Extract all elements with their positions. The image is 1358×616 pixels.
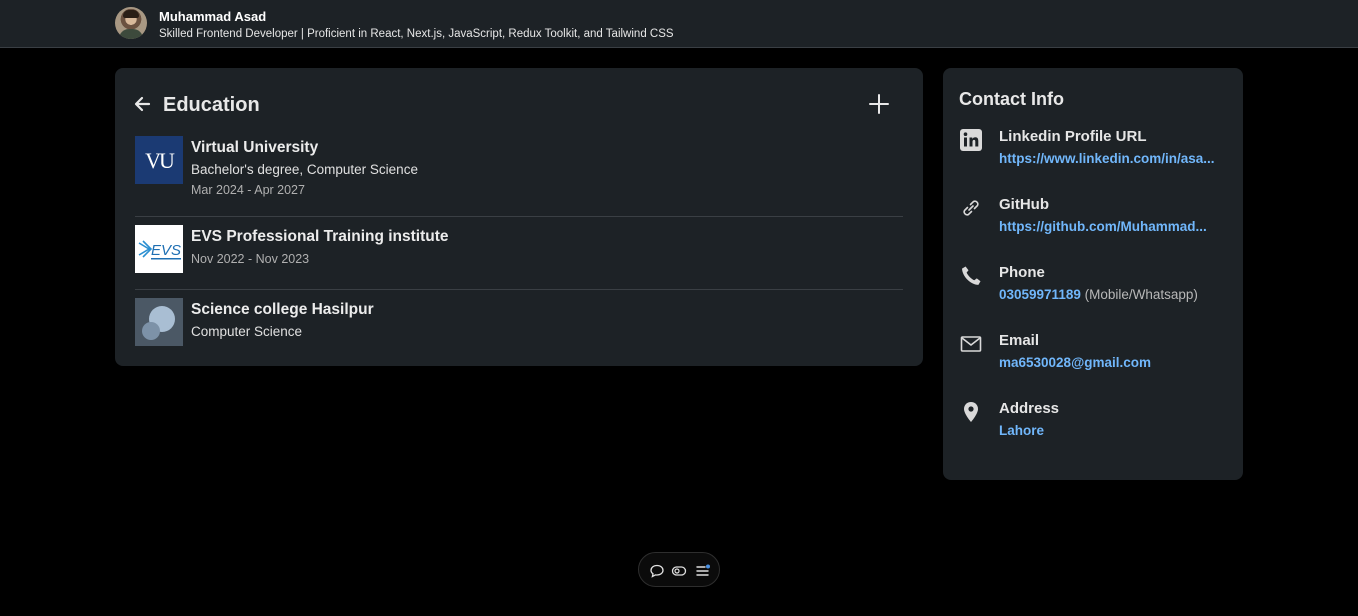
contact-phone: Phone 03059971189 (Mobile/Whatsapp) [959, 264, 1229, 314]
profile-headline: Skilled Frontend Developer | Proficient … [159, 28, 674, 40]
mail-icon [959, 332, 983, 356]
evs-logo-text: EVS [151, 242, 181, 259]
dates: Nov 2022 - Nov 2023 [191, 252, 310, 266]
contact-label: Phone [999, 264, 1045, 281]
contact-label: Email [999, 332, 1040, 349]
contact-value: 03059971189 (Mobile/Whatsapp) [999, 287, 1198, 302]
contact-email: Email ma6530028@gmail.com [959, 332, 1229, 382]
add-education-button[interactable] [867, 92, 891, 116]
location-pin-icon [959, 400, 983, 424]
linkedin-icon [959, 128, 983, 152]
school-placeholder-logo [135, 298, 183, 346]
degree: Computer Science [191, 324, 303, 339]
profile-header: Muhammad Asad Skilled Frontend Developer… [0, 0, 1358, 48]
phone-number[interactable]: 03059971189 [999, 287, 1081, 302]
contact-title: Contact Info [959, 89, 1064, 109]
notes-list-icon[interactable] [695, 563, 711, 579]
divider [135, 216, 903, 217]
avatar[interactable] [115, 7, 147, 39]
toggle-icon[interactable] [671, 563, 687, 579]
plus-icon [869, 94, 889, 114]
avatar-hair [123, 10, 139, 18]
page-title: Education [163, 94, 260, 116]
link-icon [959, 196, 983, 220]
github-link[interactable]: https://github.com/Muhammad... [999, 219, 1207, 234]
back-arrow-icon[interactable] [133, 94, 153, 114]
education-item[interactable]: VU Virtual University Bachelor's degree,… [135, 136, 903, 200]
comment-icon[interactable] [649, 563, 665, 579]
linkedin-link[interactable]: https://www.linkedin.com/in/asa... [999, 151, 1215, 166]
virtual-university-logo: VU [135, 136, 183, 184]
education-item[interactable]: EVS EVS Professional Training institute … [135, 225, 903, 275]
evs-logo: EVS [135, 225, 183, 273]
education-card: Education VU Virtual University Bachelor… [115, 68, 923, 366]
degree: Bachelor's degree, Computer Science [191, 162, 418, 177]
contact-label: Address [999, 400, 1060, 417]
education-item[interactable]: Science college Hasilpur Computer Scienc… [135, 298, 903, 348]
school-name[interactable]: Virtual University [191, 139, 318, 157]
floating-toolbar [638, 552, 720, 587]
school-name[interactable]: EVS Professional Training institute [191, 228, 449, 246]
contact-linkedin: Linkedin Profile URL https://www.linkedi… [959, 128, 1229, 178]
dates: Mar 2024 - Apr 2027 [191, 183, 305, 197]
contact-github: GitHub https://github.com/Muhammad... [959, 196, 1229, 246]
vu-logo-text: VU [145, 148, 175, 173]
contact-address: Address Lahore [959, 400, 1229, 450]
contact-label: Linkedin Profile URL [999, 128, 1147, 145]
contact-label: GitHub [999, 196, 1049, 213]
address-link[interactable]: Lahore [999, 423, 1044, 438]
phone-icon [959, 264, 983, 288]
profile-name[interactable]: Muhammad Asad [159, 9, 266, 24]
divider [135, 289, 903, 290]
email-link[interactable]: ma6530028@gmail.com [999, 355, 1151, 370]
phone-type: (Mobile/Whatsapp) [1084, 287, 1198, 302]
contact-info-card: Contact Info Linkedin Profile URL https:… [943, 68, 1243, 480]
avatar-body [119, 29, 143, 39]
school-name[interactable]: Science college Hasilpur [191, 301, 374, 319]
